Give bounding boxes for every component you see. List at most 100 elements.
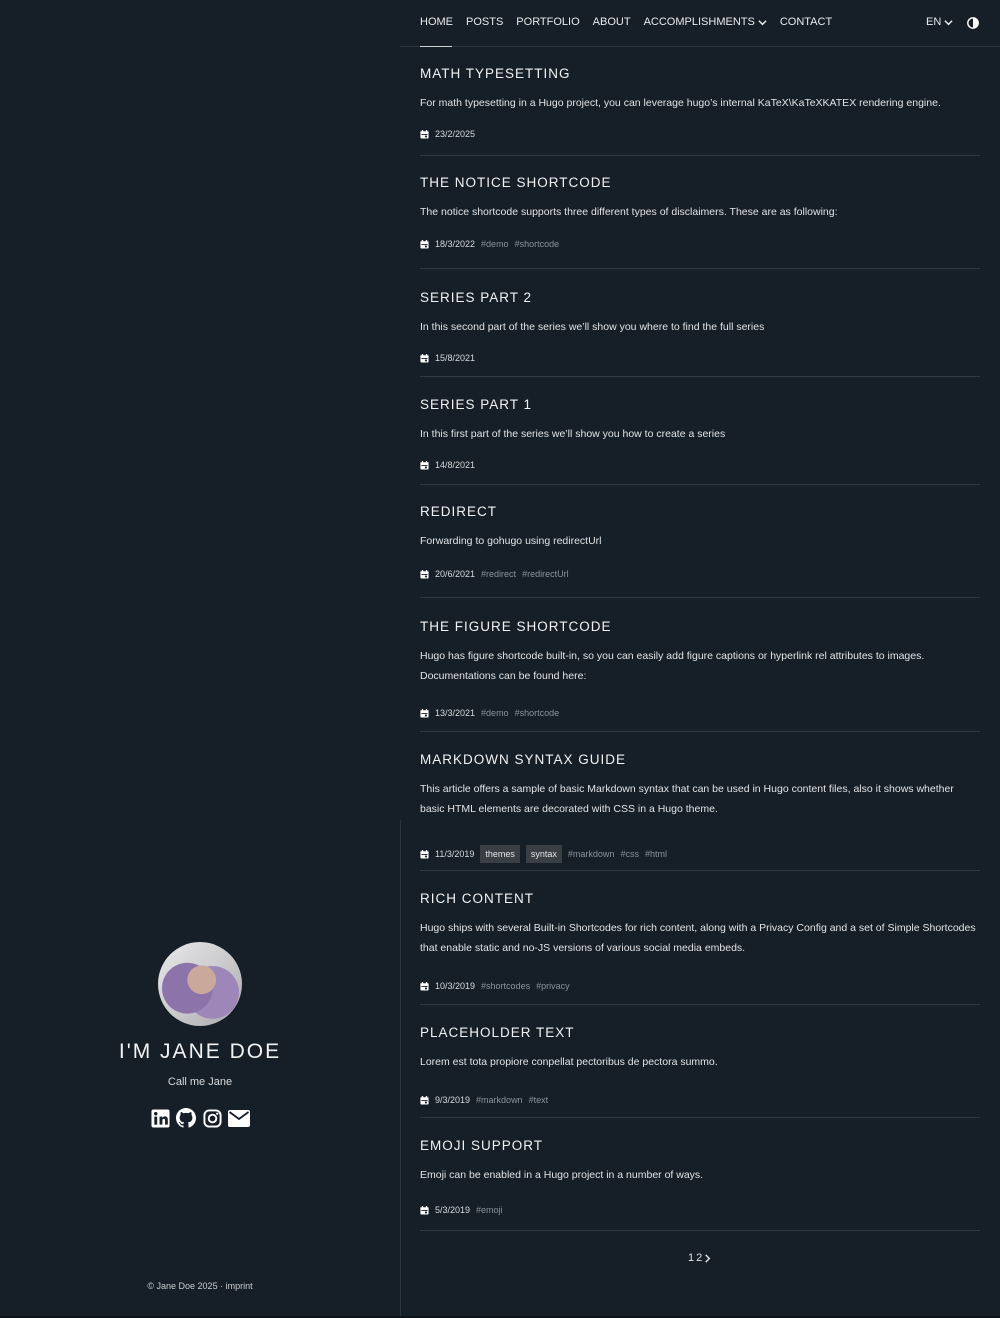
post-meta: 11/3/2019 themes syntax #markdown #css #html [420, 845, 667, 863]
calendar-icon [420, 1095, 429, 1105]
post-meta: 5/3/2019 #emoji [420, 1205, 503, 1215]
tag-link[interactable]: #markdown [568, 849, 615, 859]
copyright-text: © Jane Doe 2025 · [147, 1281, 226, 1291]
post-excerpt: Emoji can be enabled in a Hugo project i… [420, 1169, 704, 1181]
post-meta: 18/3/2022 #demo #shortcode [420, 239, 559, 249]
post-date: 23/2/2025 [435, 129, 476, 139]
nav-menu: HOME POSTS PORTFOLIO ABOUT ACCOMPLISHMEN… [420, 16, 832, 47]
social-links [0, 1108, 400, 1128]
post-excerpt: This article offers a sample of basic Ma… [420, 783, 954, 815]
post-date: 11/3/2019 [435, 849, 475, 859]
nav-item-accomplishments[interactable]: ACCOMPLISHMENTS [644, 16, 767, 28]
post-title[interactable]: MARKDOWN SYNTAX GUIDE [420, 752, 626, 767]
post-title[interactable]: REDIRECT [420, 504, 497, 519]
tag-link[interactable]: #shortcode [515, 239, 560, 249]
nav-item-portfolio[interactable]: PORTFOLIO [516, 16, 579, 28]
post-title[interactable]: MATH TYPESETTING [420, 66, 571, 81]
post-item: SERIES PART 1 In this first part of the s… [420, 377, 980, 485]
tag-link[interactable]: #html [645, 849, 667, 859]
post-date: 15/8/2021 [435, 353, 476, 363]
calendar-icon [420, 129, 429, 139]
language-selector[interactable]: EN [926, 16, 953, 28]
category-badge[interactable]: syntax [525, 845, 562, 863]
tag-link[interactable]: #css [620, 849, 639, 859]
sidebar-divider [400, 820, 401, 1316]
post-title[interactable]: SERIES PART 1 [420, 397, 532, 412]
site-footer: © Jane Doe 2025 · imprint [0, 1281, 400, 1291]
calendar-icon [420, 1205, 429, 1215]
tag-link[interactable]: #markdown [476, 1095, 523, 1105]
post-excerpt: Hugo has figure shortcode built-in, so y… [420, 650, 925, 682]
post-item: RICH CONTENT Hugo ships with several Buil… [420, 871, 980, 1005]
post-item: THE FIGURE SHORTCODE Hugo has figure shor… [420, 598, 980, 732]
post-item: EMOJI SUPPORT Emoji can be enabled in a H… [420, 1118, 980, 1231]
nav-item-about[interactable]: ABOUT [593, 16, 631, 28]
nav-item-label: CONTACT [779, 16, 833, 28]
post-date: 18/3/2022 [435, 239, 476, 249]
post-meta: 9/3/2019 #markdown #text [420, 1095, 548, 1105]
top-navigation: HOME POSTS PORTFOLIO ABOUT ACCOMPLISHMEN… [400, 0, 1000, 47]
post-excerpt: The notice shortcode supports three diff… [420, 206, 838, 218]
profile-card: I'M JANE DOE Call me Jane [0, 942, 400, 1128]
post-excerpt: Hugo ships with several Built-in Shortco… [420, 922, 976, 954]
calendar-icon [420, 460, 429, 470]
github-icon[interactable] [176, 1108, 196, 1128]
tag-link[interactable]: #shortcodes [481, 981, 530, 991]
post-date: 10/3/2019 [435, 981, 476, 991]
post-item: MATH TYPESETTING For math typesetting in … [420, 46, 980, 156]
calendar-icon [420, 981, 429, 991]
linkedin-icon[interactable] [150, 1108, 170, 1128]
tag-link[interactable]: #demo [481, 708, 509, 718]
post-date: 20/6/2021 [435, 569, 476, 579]
avatar [158, 942, 242, 1026]
post-title[interactable]: THE NOTICE SHORTCODE [420, 175, 612, 190]
post-title[interactable]: EMOJI SUPPORT [420, 1138, 543, 1153]
post-date: 5/3/2019 [435, 1205, 471, 1215]
post-title[interactable]: SERIES PART 2 [420, 290, 532, 305]
tag-link[interactable]: #text [529, 1095, 549, 1105]
post-meta: 13/3/2021 #demo #shortcode [420, 708, 559, 718]
category-badge[interactable]: themes [480, 845, 520, 863]
tag-link[interactable]: #redirectUrl [522, 569, 569, 579]
nav-item-label: ABOUT [592, 16, 631, 28]
nav-item-home[interactable]: HOME [420, 16, 453, 47]
post-excerpt: In this second part of the series we’ll … [420, 321, 765, 333]
instagram-icon[interactable] [202, 1108, 222, 1128]
calendar-icon [420, 353, 429, 363]
calendar-icon [420, 569, 429, 579]
post-date: 13/3/2021 [435, 708, 476, 718]
tag-link[interactable]: #redirect [481, 569, 516, 579]
tag-link[interactable]: #emoji [476, 1205, 503, 1215]
theme-toggle-icon[interactable] [967, 17, 979, 29]
post-excerpt: Forwarding to gohugo using redirectUrl [420, 535, 602, 547]
pagination: 1 2 [688, 1252, 711, 1264]
calendar-icon [420, 708, 429, 718]
post-title[interactable]: RICH CONTENT [420, 891, 534, 906]
post-excerpt: In this first part of the series we’ll s… [420, 428, 726, 440]
post-item: REDIRECT Forwarding to gohugo using redir… [420, 485, 980, 598]
post-excerpt: For math typesetting in a Hugo project, … [420, 97, 941, 109]
page-2-link[interactable]: 2 [696, 1252, 702, 1264]
nav-item-label: ACCOMPLISHMENTS [643, 16, 755, 28]
profile-tagline: Call me Jane [167, 1076, 233, 1088]
chevron-right-icon[interactable] [704, 1253, 711, 1263]
tag-link[interactable]: #privacy [536, 981, 570, 991]
post-meta: 14/8/2021 [420, 460, 475, 470]
language-label: EN [926, 16, 942, 28]
email-icon[interactable] [228, 1108, 250, 1128]
nav-item-label: POSTS [466, 16, 504, 28]
tag-link[interactable]: #shortcode [515, 708, 560, 718]
page-1-link[interactable]: 1 [688, 1252, 694, 1264]
imprint-link[interactable]: imprint [226, 1281, 253, 1291]
calendar-icon [420, 849, 429, 859]
nav-item-contact[interactable]: CONTACT [780, 16, 832, 28]
tag-link[interactable]: #demo [481, 239, 509, 249]
post-date: 14/8/2021 [435, 460, 476, 470]
post-meta: 10/3/2019 #shortcodes #privacy [420, 981, 570, 991]
post-title[interactable]: PLACEHOLDER TEXT [420, 1025, 575, 1040]
chevron-down-icon [944, 19, 953, 25]
post-meta: 20/6/2021 #redirect #redirectUrl [420, 569, 569, 579]
post-title[interactable]: THE FIGURE SHORTCODE [420, 619, 612, 634]
nav-item-posts[interactable]: POSTS [466, 16, 503, 28]
post-meta: 23/2/2025 [420, 129, 475, 139]
